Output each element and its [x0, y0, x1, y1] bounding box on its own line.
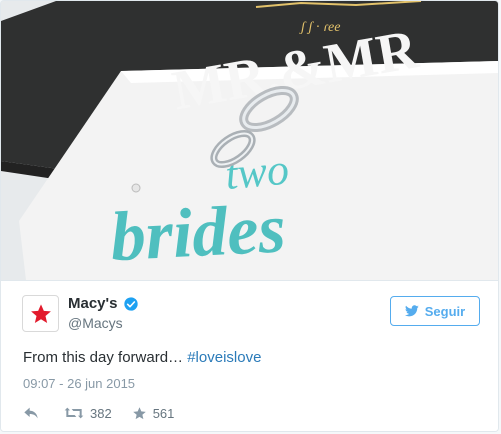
avatar[interactable]: [22, 295, 59, 332]
follow-button-label: Seguir: [424, 303, 466, 319]
tweet-timestamp[interactable]: 09:07 - 26 jun 2015: [23, 375, 135, 393]
hashtag-link[interactable]: #loveislove: [187, 349, 261, 366]
like-button[interactable]: 561: [132, 405, 175, 421]
tweet-photo[interactable]: ʃ ʃ · ɾee MR.&MR two brides: [1, 1, 498, 280]
follow-button[interactable]: Seguir: [390, 296, 480, 326]
like-count: 561: [152, 405, 175, 421]
tweet-body: Macy's @Macys Seguir From this day forwa…: [1, 280, 498, 431]
tweet-text: From this day forward… #loveislove: [23, 348, 261, 368]
reply-icon: [24, 407, 38, 419]
verified-badge-icon: [124, 297, 138, 311]
star-icon: [132, 406, 146, 419]
user-handle[interactable]: @Macys: [68, 314, 123, 332]
display-name[interactable]: Macy's: [68, 295, 117, 313]
wedding-photo: ʃ ʃ · ɾee MR.&MR two brides: [1, 1, 498, 280]
tweet-card: ʃ ʃ · ɾee MR.&MR two brides Macy's @Macy…: [0, 0, 499, 432]
retweet-icon: [64, 407, 84, 419]
retweet-count: 382: [90, 405, 112, 421]
macys-star-icon: [30, 303, 51, 323]
tweet-actions: 382 561: [23, 404, 174, 422]
retweet-button[interactable]: 382: [64, 406, 112, 421]
twitter-bird-icon: [404, 305, 419, 317]
reply-button[interactable]: [23, 406, 39, 420]
glitter-text-brides: brides: [109, 190, 288, 276]
tweet-text-body: From this day forward…: [23, 349, 188, 366]
